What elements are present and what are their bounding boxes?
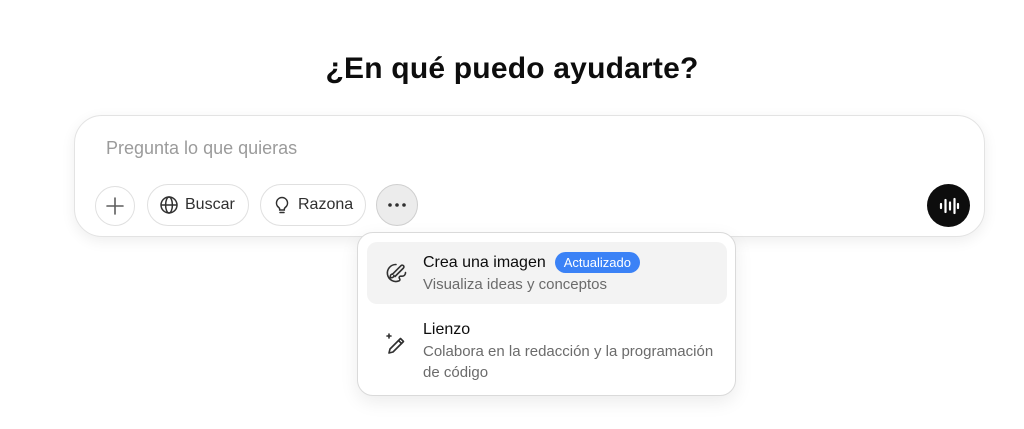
search-button[interactable]: Buscar <box>147 184 249 226</box>
menu-item-description: Visualiza ideas y conceptos <box>423 276 607 293</box>
voice-mode-button[interactable] <box>927 184 970 227</box>
waveform-icon <box>938 197 960 215</box>
plus-icon <box>105 196 125 216</box>
reason-button[interactable]: Razona <box>260 184 366 226</box>
menu-item-canvas[interactable]: Lienzo Colabora en la redacción y la pro… <box>367 310 727 388</box>
page-title: ¿En qué puedo ayudarte? <box>325 52 699 85</box>
updated-badge: Actualizado <box>554 252 640 273</box>
globe-icon <box>159 195 179 215</box>
menu-item-title: Lienzo <box>423 321 471 338</box>
palette-icon <box>383 260 409 286</box>
lightbulb-icon <box>272 195 292 215</box>
menu-item-text: Lienzo Colabora en la redacción y la pro… <box>423 320 718 383</box>
reason-button-label: Razona <box>298 196 354 213</box>
more-tools-button[interactable] <box>376 184 418 226</box>
add-attachment-button[interactable] <box>95 186 135 226</box>
menu-item-text: Crea una imagen Actualizado Visualiza id… <box>423 252 718 295</box>
prompt-input[interactable] <box>106 138 806 159</box>
ellipsis-icon <box>387 202 407 208</box>
menu-item-title: Crea una imagen <box>423 253 546 271</box>
chat-home: ¿En qué puedo ayudarte? Buscar <box>0 0 1024 429</box>
search-button-label: Buscar <box>185 196 235 213</box>
tools-menu: Crea una imagen Actualizado Visualiza id… <box>357 232 736 396</box>
prompt-composer: Buscar Razona <box>74 115 985 237</box>
menu-item-description: Colabora en la redacción y la programaci… <box>423 343 714 381</box>
pen-sparkle-icon <box>383 331 409 357</box>
menu-item-create-image[interactable]: Crea una imagen Actualizado Visualiza id… <box>367 242 727 304</box>
